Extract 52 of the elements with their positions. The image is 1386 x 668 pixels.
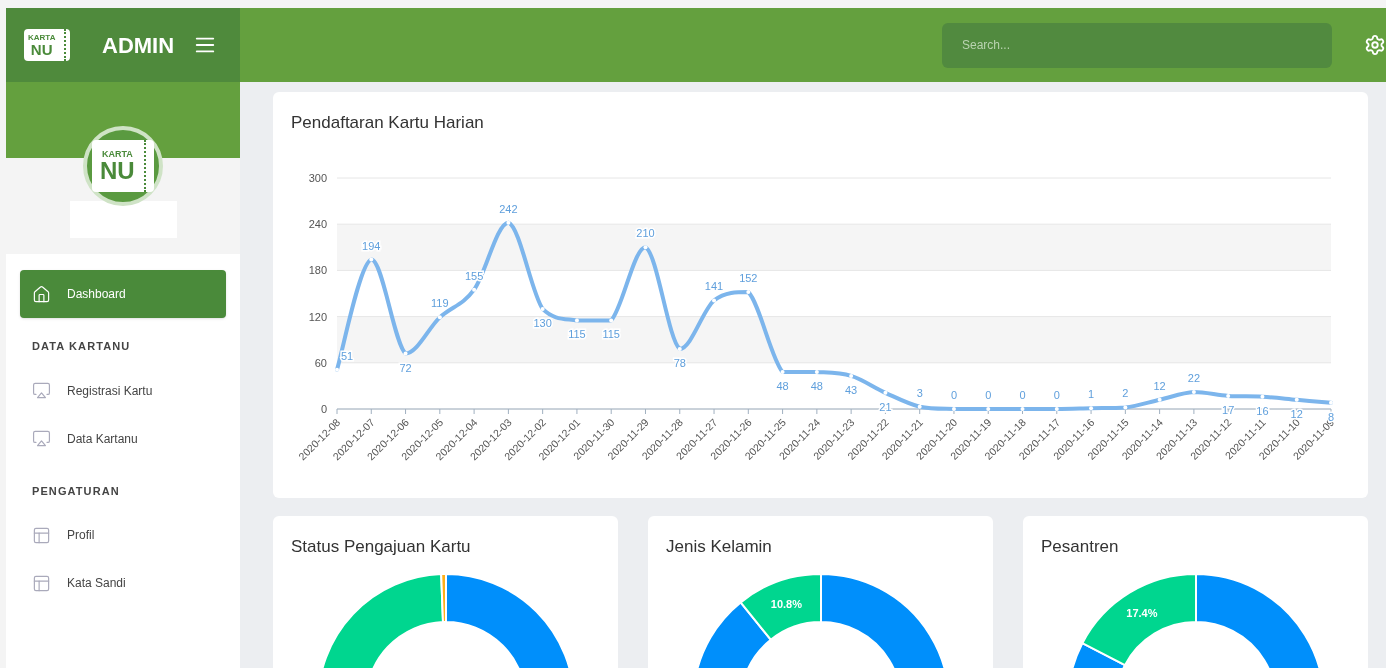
logo-text: NU [100, 158, 135, 183]
card-title: Pesantren [1041, 536, 1120, 558]
slice-label: 17.4% [1125, 606, 1158, 619]
data-label: 21 [879, 400, 892, 413]
y-axis-label: 120 [308, 310, 327, 323]
data-label: 0 [1053, 388, 1060, 401]
data-label: 119 [431, 296, 449, 309]
data-label: 1 [1088, 387, 1095, 400]
data-label: 115 [602, 327, 620, 340]
data-label: 115 [568, 327, 586, 340]
y-axis-label: 300 [308, 171, 327, 184]
y-axis-label: 60 [314, 356, 327, 369]
slice-label: 10.8% [770, 597, 802, 610]
data-label: 12 [1153, 379, 1166, 392]
logo-small-text: KARTA [101, 149, 133, 159]
nav-item[interactable]: Data Kartanu [20, 414, 226, 463]
card-title: Jenis Kelamin [666, 536, 773, 558]
section-heading: PENGATURAN [31, 483, 121, 499]
nav-item[interactable]: Registrasi Kartu [20, 366, 226, 415]
data-label: 72 [399, 361, 412, 374]
section-heading: DATA KARTANU [31, 339, 132, 354]
data-label: 130 [533, 316, 552, 329]
data-label: 141 [704, 279, 724, 292]
y-axis-label: 180 [308, 263, 327, 276]
data-label: 48 [776, 379, 789, 392]
y-axis-label: 240 [308, 217, 327, 230]
data-label: 152 [739, 271, 758, 284]
data-label: 3 [916, 386, 923, 399]
data-label: 17 [1222, 403, 1235, 416]
y-axis-label: 0 [320, 402, 327, 415]
data-label: 210 [636, 226, 655, 239]
data-label: 48 [810, 379, 823, 392]
data-label: 0 [985, 388, 992, 401]
data-label: 0 [950, 388, 958, 401]
nav-item[interactable]: Dashboard [20, 270, 226, 318]
data-label: 16 [1256, 404, 1269, 417]
data-label: 2 [1122, 386, 1129, 399]
data-label: 22 [1187, 371, 1200, 384]
app-title: ADMIN [102, 31, 175, 60]
data-label: 0 [1019, 388, 1026, 401]
nav-item[interactable]: Profil [20, 511, 226, 559]
data-label: 78 [673, 356, 686, 369]
card-title: Status Pengajuan Kartu [291, 536, 472, 558]
search-field[interactable]: Search... [942, 22, 1332, 68]
data-label: 194 [362, 239, 381, 252]
data-label: 43 [845, 383, 858, 396]
card-title: Pendaftaran Kartu Harian [291, 112, 485, 134]
logo-small-text: KARTA [28, 33, 56, 42]
data-label: 12 [1290, 407, 1303, 420]
data-label: 242 [499, 202, 518, 215]
nav-item[interactable]: Kata Sandi [20, 559, 226, 607]
logo-text: NU [30, 41, 53, 57]
